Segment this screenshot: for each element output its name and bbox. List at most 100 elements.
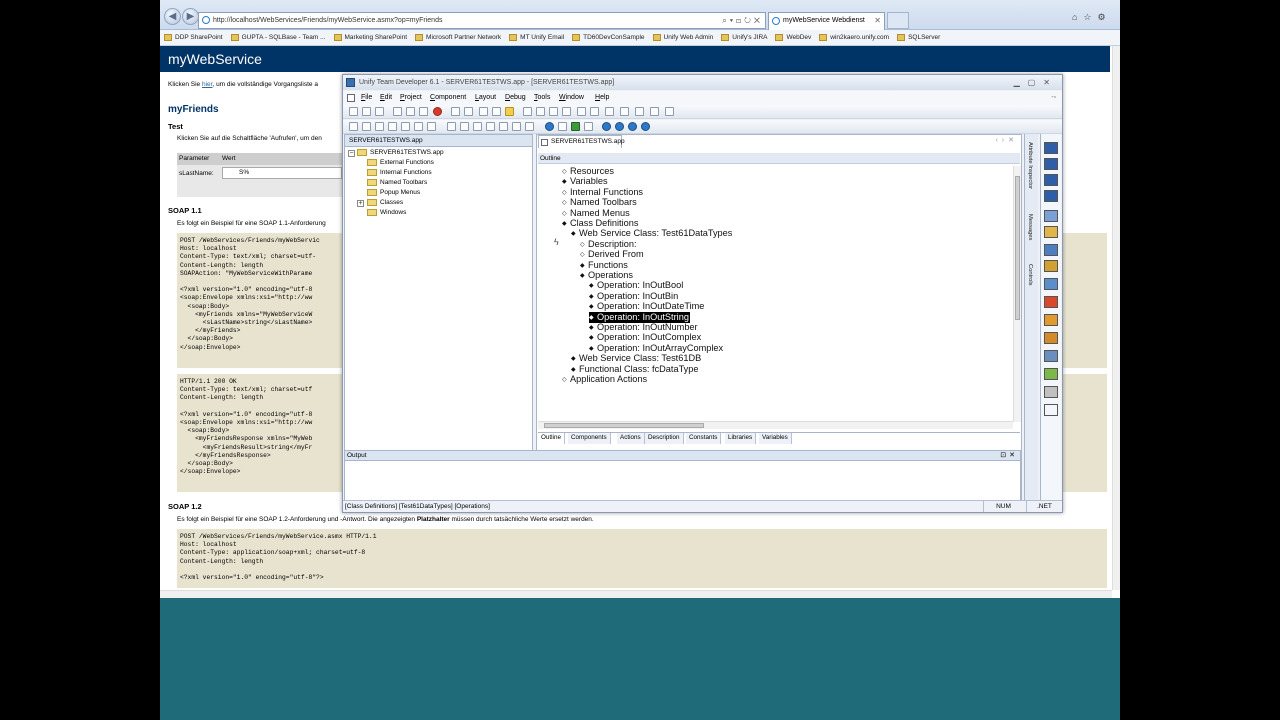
control-combo-icon[interactable] xyxy=(1044,260,1058,272)
menu-file[interactable]: File xyxy=(361,91,372,105)
outline-tree[interactable]: ◇ Resources ◆ Variables ◇ Internal Functions ◇… xyxy=(538,166,1013,422)
tree-collapse-icon[interactable]: − xyxy=(348,150,355,157)
favorite-link[interactable]: Microsoft Partner Network xyxy=(415,30,501,45)
tab-constants[interactable]: Constants xyxy=(686,433,722,444)
favorite-link[interactable]: Marketing SharePoint xyxy=(333,30,407,45)
control-chart-icon[interactable] xyxy=(1044,368,1058,380)
favorite-link[interactable]: DDP SharePoint xyxy=(164,30,223,45)
menu-window[interactable]: Window xyxy=(559,91,584,105)
dialog-icon[interactable] xyxy=(620,107,629,116)
expression-icon[interactable] xyxy=(499,122,508,131)
control-ribbon-icon[interactable] xyxy=(1044,314,1058,326)
favorite-link[interactable]: TD60DevConSample xyxy=(572,30,645,45)
open-icon[interactable] xyxy=(362,107,371,116)
control-table-icon[interactable] xyxy=(1044,174,1058,186)
forward-icon[interactable]: ▶ xyxy=(182,8,199,25)
control-navigation-icon[interactable] xyxy=(1044,332,1058,344)
control-ole-icon[interactable] xyxy=(1044,296,1058,308)
control-picture-icon[interactable] xyxy=(1044,226,1058,238)
menu-edit[interactable]: Edit xyxy=(380,91,392,105)
undo-icon[interactable] xyxy=(451,107,460,116)
grid-icon[interactable] xyxy=(479,107,488,116)
call-stack-icon[interactable] xyxy=(473,122,482,131)
stop-icon[interactable] xyxy=(375,122,384,131)
window-icon[interactable] xyxy=(635,107,644,116)
favorite-link[interactable]: MT Unify Email xyxy=(509,30,564,45)
down-arrow-icon[interactable] xyxy=(577,107,586,116)
page-vertical-scrollbar[interactable] xyxy=(1112,46,1120,590)
brackets-icon[interactable] xyxy=(549,107,558,116)
move-down-icon[interactable] xyxy=(584,122,593,131)
control-spare-icon[interactable] xyxy=(1044,404,1058,416)
browser-toolbar-icons[interactable]: ⌂☆⚙ xyxy=(1072,12,1120,26)
comment-icon[interactable] xyxy=(562,107,571,116)
new-tab-button[interactable] xyxy=(887,12,909,29)
tree-expand-icon[interactable]: + xyxy=(357,200,364,207)
nav-back-icon[interactable] xyxy=(602,122,611,131)
tab-close-icon[interactable]: ✕ xyxy=(874,13,881,29)
control-mdi-icon[interactable] xyxy=(1044,190,1058,202)
browser-tab[interactable]: myWebService Webdienst ✕ xyxy=(768,12,885,30)
step-over-icon[interactable] xyxy=(401,122,410,131)
tab-outline[interactable]: Outline xyxy=(538,433,565,444)
favorite-link[interactable]: WebDev xyxy=(775,30,811,45)
control-tab-icon[interactable] xyxy=(1044,278,1058,290)
paste-icon[interactable] xyxy=(419,107,428,116)
tree-item-named-toolbars[interactable]: Named Toolbars xyxy=(367,178,427,188)
step-into-icon[interactable] xyxy=(388,122,397,131)
pause-icon[interactable] xyxy=(362,122,371,131)
address-bar[interactable]: http://localhost/WebServices/Friends/myW… xyxy=(198,12,766,29)
watch-icon[interactable] xyxy=(447,122,456,131)
nav-up-icon[interactable] xyxy=(628,122,637,131)
project-tab[interactable]: SERVER61TESTWS.app xyxy=(345,135,532,147)
tab-components[interactable]: Components xyxy=(568,433,611,444)
menu-component[interactable]: Component xyxy=(430,91,466,105)
td-window-controls-icon[interactable]: ▁▢✕ xyxy=(1014,75,1058,90)
trace-icon[interactable] xyxy=(525,122,534,131)
favorite-link[interactable]: GUPTA - SQLBase - Team ... xyxy=(230,30,326,45)
tree-item-windows[interactable]: Windows xyxy=(367,208,406,218)
tab-controls[interactable]: Controls xyxy=(1027,264,1033,286)
up-arrow-icon[interactable] xyxy=(590,107,599,116)
tree-item-classes[interactable]: Classes xyxy=(367,198,403,208)
tab-scroll-icon[interactable]: ‹›✕ xyxy=(995,136,1018,144)
delete-icon[interactable] xyxy=(433,107,442,116)
param-value-input[interactable]: S% xyxy=(222,167,342,179)
favorite-link[interactable]: Unify's JIRA xyxy=(721,30,767,45)
outline-vertical-scrollbar[interactable] xyxy=(1013,166,1021,422)
control-tree-icon[interactable] xyxy=(1044,350,1058,362)
output-panel-controls-icon[interactable]: ⊡✕ xyxy=(1000,451,1018,461)
tab-libraries[interactable]: Libraries xyxy=(725,433,757,444)
menu-layout[interactable]: Layout xyxy=(475,91,496,105)
tree-item-internal-functions[interactable]: Internal Functions xyxy=(367,168,432,178)
table-icon[interactable] xyxy=(492,107,501,116)
tree-root[interactable]: SERVER61TESTWS.app xyxy=(357,148,444,158)
messages-icon[interactable] xyxy=(486,122,495,131)
animate-icon[interactable] xyxy=(512,122,521,131)
back-icon[interactable]: ◀ xyxy=(164,8,181,25)
control-dialog-icon[interactable] xyxy=(1044,158,1058,170)
tab-description[interactable]: Description xyxy=(645,433,684,444)
menu-project[interactable]: Project xyxy=(400,91,422,105)
favorite-link[interactable]: Unify Web Admin xyxy=(652,30,713,45)
page-horizontal-scrollbar[interactable] xyxy=(160,590,1112,598)
control-form-icon[interactable] xyxy=(1044,142,1058,154)
address-tools-icon[interactable]: ⌕▾⊡↻✕ xyxy=(722,13,763,28)
scroll-thumb[interactable] xyxy=(1015,176,1020,320)
menu-help[interactable]: Help xyxy=(595,91,609,105)
tree-item-external-functions[interactable]: External Functions xyxy=(367,158,434,168)
remove-icon[interactable] xyxy=(558,122,567,131)
breakpoint-icon[interactable] xyxy=(427,122,436,131)
outline-item[interactable]: ◇ Application Actions xyxy=(562,374,647,385)
align-right-icon[interactable] xyxy=(536,107,545,116)
operation-list-link[interactable]: hier xyxy=(202,81,212,88)
control-list-icon[interactable] xyxy=(1044,244,1058,256)
mdi-controls-icon[interactable]: -▫ xyxy=(1051,91,1056,105)
control-custom-icon[interactable] xyxy=(1044,386,1058,398)
cut-icon[interactable] xyxy=(393,107,402,116)
scroll-thumb[interactable] xyxy=(544,423,704,428)
tree-item-popup-menus[interactable]: Popup Menus xyxy=(367,188,420,198)
control-grid-icon[interactable] xyxy=(1044,210,1058,222)
tab-actions[interactable]: Actions xyxy=(617,433,645,444)
highlight-icon[interactable] xyxy=(505,107,514,116)
